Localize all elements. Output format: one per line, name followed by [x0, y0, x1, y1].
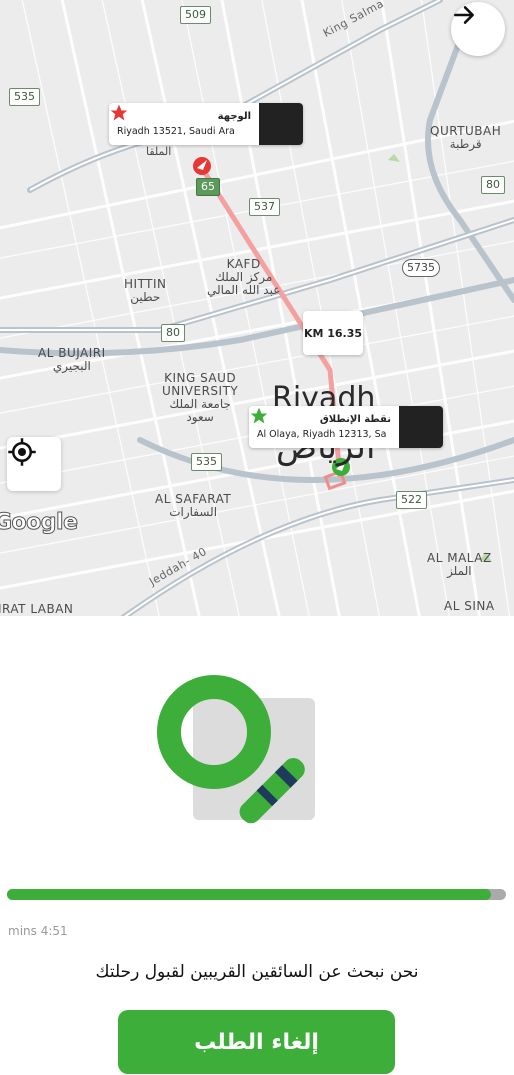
- next-button[interactable]: [451, 2, 505, 56]
- road-shield: 509: [180, 6, 211, 24]
- road-shield: 5735: [402, 259, 440, 277]
- road-shield: 80: [161, 324, 185, 342]
- district-label-hittin: HITTIN حطين: [124, 277, 167, 304]
- district-label-albujairi: AL BUJAIRI البجيري: [38, 346, 106, 373]
- distance-badge: KM 16.35: [303, 311, 363, 355]
- district-label-ksu: KING SAUD UNIVERSITY جامعة الملك سعود: [162, 371, 239, 424]
- arrow-right-icon: [454, 6, 474, 24]
- road-shield: 522: [396, 491, 427, 509]
- destination-address: Riyadh 13521, Saudi Ara: [117, 126, 235, 137]
- pickup-title: نقطة الإنطلاق: [319, 414, 391, 425]
- road-shield: 65: [196, 178, 220, 196]
- my-location-icon: [8, 438, 36, 466]
- search-timer: mins 4:51: [8, 924, 68, 938]
- search-progress-fill: [7, 889, 492, 900]
- destination-title: الوجهة: [217, 111, 251, 122]
- district-label-kafd: KAFD مركز الملك عبد الله المالي: [207, 257, 281, 297]
- my-location-button[interactable]: [7, 437, 61, 491]
- district-label-irqah: IRAT LABAN: [0, 602, 74, 616]
- search-status-message: نحن نبحث عن السائقين القريبين لقبول رحلت…: [95, 962, 419, 982]
- road-shield: 535: [191, 453, 222, 471]
- cancel-request-button[interactable]: إلغاء الطلب: [118, 1010, 395, 1074]
- search-progress-bar: [7, 889, 506, 900]
- district-label-alsafarat: AL SAFARAT السفارات: [155, 492, 232, 519]
- destination-star-icon: [110, 103, 303, 145]
- district-label-alsina: AL SINA: [444, 599, 495, 613]
- magnifier-illustration: [157, 675, 315, 824]
- pickup-address: Al Olaya, Riyadh 12313, Sa: [257, 429, 387, 440]
- road-shield: 537: [249, 198, 280, 216]
- pickup-star-icon: [250, 406, 443, 448]
- destination-callout[interactable]: الوجهة Riyadh 13521, Saudi Ara: [109, 103, 303, 145]
- map-view[interactable]: 509 535 80 65 537 5735 80 535 522 QURTUB…: [0, 0, 514, 616]
- road-shield: 535: [9, 88, 40, 106]
- pickup-callout[interactable]: نقطة الإنطلاق Al Olaya, Riyadh 12313, Sa: [249, 406, 443, 448]
- road-shield: 80: [481, 176, 505, 194]
- district-label-almalqa: الملقا: [146, 145, 172, 158]
- district-label-almalaz: AL MALAZ الملز: [427, 551, 492, 578]
- district-label-qurtubah: QURTUBAH قرطبة: [430, 124, 502, 151]
- google-logo: Google: [0, 510, 78, 536]
